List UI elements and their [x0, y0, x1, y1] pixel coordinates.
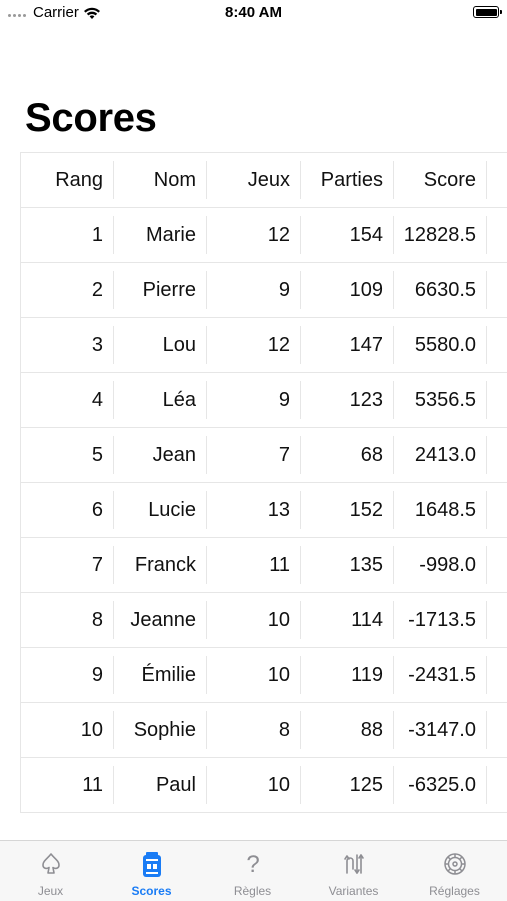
table-row: 5 Jean 7 68 2413.0 — [20, 427, 507, 482]
cell-rounds: 68 — [301, 436, 394, 474]
page-title: Scores — [25, 96, 157, 140]
cell-games: 13 — [208, 491, 301, 529]
cell-rounds: 135 — [301, 546, 394, 584]
table-row: 11 Paul 10 125 -6325.0 — [20, 757, 507, 813]
cell-name: Marie — [114, 216, 207, 254]
cell-score: 6630.5 — [394, 271, 487, 309]
cell-games: 11 — [208, 546, 301, 584]
cell-name: Lou — [114, 326, 207, 364]
cell-score: -1713.5 — [394, 601, 487, 639]
table-row: 8 Jeanne 10 114 -1713.5 — [20, 592, 507, 647]
cell-games: 12 — [208, 326, 301, 364]
cell-rounds: 123 — [301, 381, 394, 419]
cell-rank: 1 — [21, 216, 114, 254]
cell-rank: 2 — [21, 271, 114, 309]
table-row: 7 Franck 11 135 -998.0 — [20, 537, 507, 592]
cell-games: 10 — [208, 656, 301, 694]
battery-icon — [473, 6, 502, 18]
cell-rank: 7 — [21, 546, 114, 584]
tab-label: Réglages — [429, 884, 480, 898]
table-row: 1 Marie 12 154 12828.5 — [20, 207, 507, 262]
cell-name: Franck — [114, 546, 207, 584]
cell-name: Émilie — [114, 656, 207, 694]
tab-jeux[interactable]: Jeux — [0, 841, 101, 901]
table-row: 10 Sophie 8 88 -3147.0 — [20, 702, 507, 757]
cell-rounds: 109 — [301, 271, 394, 309]
table-row: 2 Pierre 9 109 6630.5 — [20, 262, 507, 317]
tab-reglages[interactable]: Réglages — [404, 841, 505, 901]
cell-rank: 10 — [21, 711, 114, 749]
cell-score: -2431.5 — [394, 656, 487, 694]
cell-rounds: 119 — [301, 656, 394, 694]
scores-table: Rang Nom Jeux Parties Score 1 Marie 12 154 12828.… — [20, 152, 507, 813]
header-score: Score — [394, 161, 487, 199]
table-row: 4 Léa 9 123 5356.5 — [20, 372, 507, 427]
header-rank: Rang — [21, 161, 114, 199]
cell-name: Léa — [114, 381, 207, 419]
table-header-row: Rang Nom Jeux Parties Score — [20, 152, 507, 207]
cell-rounds: 114 — [301, 601, 394, 639]
cell-games: 10 — [208, 766, 301, 804]
tab-label: Règles — [233, 884, 272, 898]
cell-score: -6325.0 — [394, 766, 487, 804]
cell-score: 5580.0 — [394, 326, 487, 364]
cell-score: 2413.0 — [394, 436, 487, 474]
cell-score: -998.0 — [394, 546, 487, 584]
spade-icon — [41, 853, 60, 874]
scoreboard-icon — [142, 852, 161, 877]
settings-icon — [443, 853, 466, 875]
cell-name: Lucie — [114, 491, 207, 529]
cell-score: 1648.5 — [394, 491, 487, 529]
cell-name: Paul — [114, 766, 207, 804]
cell-games: 9 — [208, 271, 301, 309]
status-time: 8:40 AM — [225, 4, 282, 21]
header-rounds: Parties — [301, 161, 394, 199]
table-row: 9 Émilie 10 119 -2431.5 — [20, 647, 507, 702]
cell-rounds: 125 — [301, 766, 394, 804]
cell-name: Pierre — [114, 271, 207, 309]
tab-regles[interactable]: ? Règles — [202, 841, 303, 901]
cell-rounds: 154 — [301, 216, 394, 254]
cell-rank: 9 — [21, 656, 114, 694]
cell-rank: 5 — [21, 436, 114, 474]
tab-bar: Jeux Scores ? Règles Variantes Réglages — [0, 840, 507, 901]
cell-games: 12 — [208, 216, 301, 254]
cell-rank: 3 — [21, 326, 114, 364]
cell-score: 5356.5 — [394, 381, 487, 419]
cell-rank: 11 — [21, 766, 114, 804]
cell-games: 10 — [208, 601, 301, 639]
svg-text:?: ? — [246, 851, 259, 877]
tab-label: Variantes — [328, 884, 379, 898]
tab-variantes[interactable]: Variantes — [303, 841, 404, 901]
cell-rounds: 88 — [301, 711, 394, 749]
header-name: Nom — [114, 161, 207, 199]
header-games: Jeux — [208, 161, 301, 199]
variants-icon — [343, 854, 364, 874]
cell-rank: 8 — [21, 601, 114, 639]
cell-rounds: 147 — [301, 326, 394, 364]
cell-name: Jeanne — [114, 601, 207, 639]
tab-label: Jeux — [37, 884, 64, 898]
cell-rounds: 152 — [301, 491, 394, 529]
cell-games: 8 — [208, 711, 301, 749]
cell-rank: 4 — [21, 381, 114, 419]
tab-scores[interactable]: Scores — [101, 841, 202, 901]
cell-games: 7 — [208, 436, 301, 474]
cell-name: Jean — [114, 436, 207, 474]
tab-label: Scores — [131, 884, 172, 898]
question-icon: ? — [246, 851, 259, 877]
status-bar: Carrier 8:40 AM — [0, 0, 507, 28]
cell-games: 9 — [208, 381, 301, 419]
cell-name: Sophie — [114, 711, 207, 749]
table-row: 3 Lou 12 147 5580.0 — [20, 317, 507, 372]
cell-score: -3147.0 — [394, 711, 487, 749]
table-row: 6 Lucie 13 152 1648.5 — [20, 482, 507, 537]
cell-score: 12828.5 — [394, 216, 487, 254]
cell-rank: 6 — [21, 491, 114, 529]
